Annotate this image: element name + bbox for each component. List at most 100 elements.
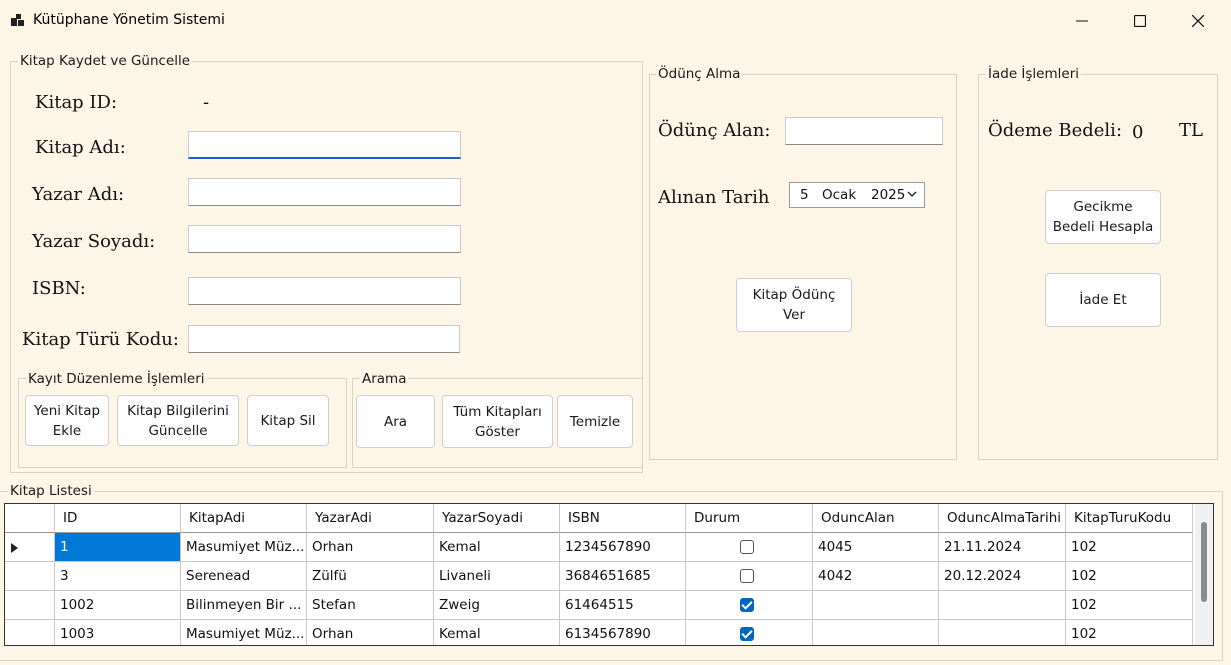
kitap-adi-input[interactable] (188, 131, 461, 159)
kitap-kaydet-group-title: Kitap Kaydet ve Güncelle (18, 53, 193, 69)
cell-odunc-tarihi[interactable]: 20.12.2024 (939, 562, 1066, 591)
odeme-bedeli-label: Ödeme Bedeli: (988, 120, 1123, 141)
cell-yazar-adi[interactable]: Orhan (307, 533, 434, 562)
cell-odunc-alan[interactable]: 4042 (813, 562, 939, 591)
temizle-button[interactable]: Temizle (557, 395, 633, 448)
durum-checkbox[interactable] (740, 569, 754, 583)
cell-odunc-tarihi[interactable]: 21.11.2024 (939, 533, 1066, 562)
window-title: Kütüphane Yönetim Sistemi (33, 12, 225, 28)
cell-id[interactable]: 1002 (55, 591, 181, 620)
cell-odunc-tarihi[interactable] (939, 591, 1066, 620)
scrollbar-thumb[interactable] (1201, 522, 1207, 602)
duzenleme-group-title: Kayıt Düzenleme İşlemleri (26, 371, 207, 387)
cell-yazar-soyadi[interactable]: Kemal (434, 533, 560, 562)
cell-yazar-adi[interactable]: Zülfü (307, 562, 434, 591)
cell-id[interactable]: 3 (55, 562, 181, 591)
row-header[interactable] (5, 533, 55, 562)
date-month: Ocak (822, 187, 857, 203)
cell-yazar-soyadi[interactable]: Zweig (434, 591, 560, 620)
kitap-id-label: Kitap ID: (35, 92, 118, 113)
cell-tur-kodu[interactable]: 102 (1066, 562, 1193, 591)
yazar-soyadi-input[interactable] (188, 225, 461, 253)
kitap-odunc-ver-button[interactable]: Kitap Ödünç Ver (736, 278, 852, 332)
odeme-bedeli-value: 0 (1132, 122, 1144, 143)
cell-isbn[interactable]: 6134567890 (560, 620, 686, 645)
cell-tur-kodu[interactable]: 102 (1066, 533, 1193, 562)
gecikme-bedeli-button[interactable]: Gecikme Bedeli Hesapla (1045, 190, 1161, 244)
cell-durum[interactable] (686, 620, 813, 645)
kitap-turu-input[interactable] (188, 325, 460, 353)
odunc-alan-input[interactable] (785, 117, 943, 145)
cell-id[interactable]: 1 (55, 533, 181, 562)
column-header-id[interactable]: ID (55, 504, 181, 533)
tum-kitaplar-button[interactable]: Tüm Kitapları Göster (442, 395, 553, 448)
cell-durum[interactable] (686, 533, 813, 562)
cell-kitap-adi[interactable]: Masumiyet Müz... (181, 533, 307, 562)
close-button[interactable] (1175, 8, 1221, 34)
column-header-kitap-adi[interactable]: KitapAdi (181, 504, 307, 533)
kitap-listesi-group-title: Kitap Listesi (8, 483, 94, 499)
cell-yazar-adi[interactable]: Stefan (307, 591, 434, 620)
kitap-sil-button[interactable]: Kitap Sil (247, 395, 329, 446)
current-row-arrow-icon (11, 543, 18, 553)
cell-odunc-tarihi[interactable] (939, 620, 1066, 645)
cell-yazar-soyadi[interactable]: Livaneli (434, 562, 560, 591)
cell-kitap-adi[interactable]: Serenead (181, 562, 307, 591)
ara-button[interactable]: Ara (356, 395, 435, 448)
cell-odunc-alan[interactable] (813, 620, 939, 645)
cell-durum[interactable] (686, 562, 813, 591)
close-icon (1192, 15, 1204, 27)
chevron-down-icon (907, 191, 917, 197)
date-year: 2025 (871, 187, 906, 203)
odunc-group-title: Ödünç Alma (656, 66, 743, 82)
cell-kitap-adi[interactable]: Bilinmeyen Bir ... (181, 591, 307, 620)
iade-group-title: İade İşlemleri (986, 66, 1081, 82)
column-header-odunc-alan[interactable]: OduncAlan (813, 504, 939, 533)
cell-odunc-alan[interactable]: 4045 (813, 533, 939, 562)
odunc-alan-label: Ödünç Alan: (658, 120, 771, 141)
column-header-yazar-soyadi[interactable]: YazarSoyadi (434, 504, 560, 533)
cell-isbn[interactable]: 1234567890 (560, 533, 686, 562)
column-header-isbn[interactable]: ISBN (560, 504, 686, 533)
cell-yazar-soyadi[interactable]: Kemal (434, 620, 560, 645)
row-header-corner (5, 504, 55, 533)
iade-et-button[interactable]: İade Et (1045, 273, 1161, 327)
row-header[interactable] (5, 591, 55, 620)
cell-tur-kodu[interactable]: 102 (1066, 591, 1193, 620)
maximize-button[interactable] (1117, 8, 1163, 34)
kitap-listesi-grid[interactable]: ID KitapAdi YazarAdi YazarSoyadi ISBN Durum Od… (4, 503, 1214, 646)
row-header[interactable] (5, 620, 55, 645)
cell-durum[interactable] (686, 591, 813, 620)
yeni-kitap-button[interactable]: Yeni Kitap Ekle (25, 395, 109, 446)
vertical-scrollbar[interactable] (1195, 504, 1213, 645)
maximize-icon (1134, 15, 1146, 27)
row-header[interactable] (5, 562, 55, 591)
column-header-yazar-adi[interactable]: YazarAdi (307, 504, 434, 533)
column-header-tur-kodu[interactable]: KitapTuruKodu (1066, 504, 1193, 533)
cell-yazar-adi[interactable]: Orhan (307, 620, 434, 645)
main-window: Kütüphane Yönetim Sistemi Kitap Kaydet v… (0, 0, 1231, 665)
app-icon (11, 13, 25, 27)
cell-odunc-alan[interactable] (813, 591, 939, 620)
yazar-soyadi-label: Yazar Soyadı: (32, 231, 156, 252)
alinan-tarih-picker[interactable]: 5 Ocak 2025 (789, 182, 925, 208)
cell-id[interactable]: 1003 (55, 620, 181, 645)
cell-tur-kodu[interactable]: 102 (1066, 620, 1193, 645)
column-header-odunc-tarihi[interactable]: OduncAlmaTarihi (939, 504, 1066, 533)
isbn-label: ISBN: (32, 278, 86, 299)
kitap-id-value: - (203, 92, 210, 113)
durum-checkbox[interactable] (740, 598, 754, 612)
guncelle-button[interactable]: Kitap Bilgilerini Güncelle (117, 395, 239, 446)
durum-checkbox[interactable] (740, 540, 754, 554)
cell-kitap-adi[interactable]: Masumiyet Müz... (181, 620, 307, 645)
minimize-button[interactable] (1059, 8, 1105, 34)
title-bar[interactable]: Kütüphane Yönetim Sistemi (0, 0, 1231, 42)
isbn-input[interactable] (188, 277, 461, 305)
currency-label: TL (1179, 120, 1203, 141)
cell-isbn[interactable]: 3684651685 (560, 562, 686, 591)
yazar-adi-input[interactable] (188, 178, 461, 206)
cell-isbn[interactable]: 61464515 (560, 591, 686, 620)
column-header-durum[interactable]: Durum (686, 504, 813, 533)
date-day: 5 (800, 187, 809, 203)
durum-checkbox[interactable] (740, 627, 754, 641)
